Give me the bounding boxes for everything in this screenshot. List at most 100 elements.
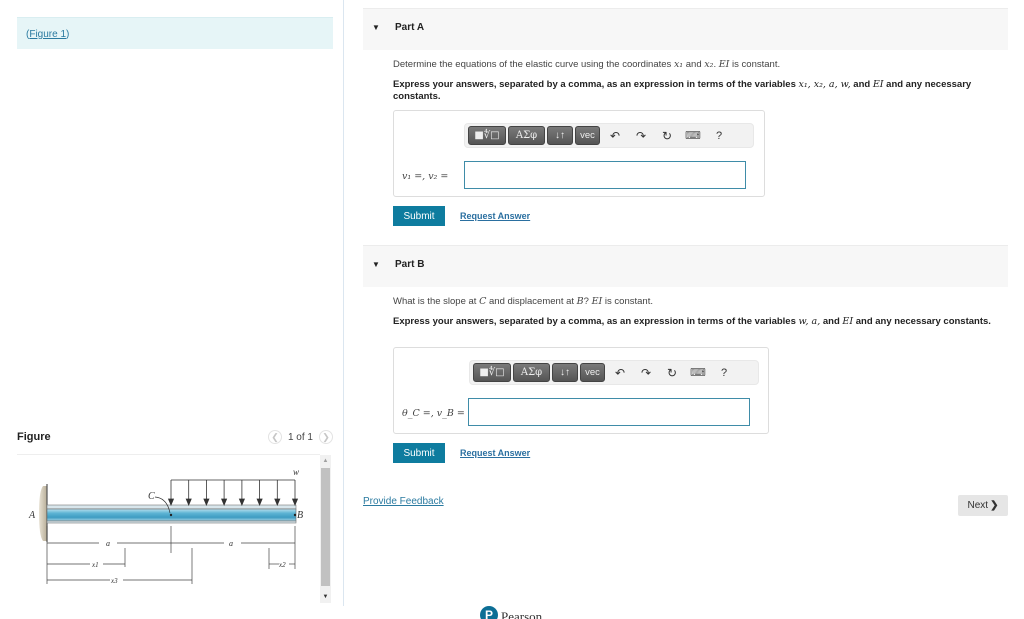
chevron-right-icon: ❯ <box>322 431 330 442</box>
part-a-header[interactable]: ▼ Part A <box>363 8 1008 50</box>
q-text-segment: is constant. <box>602 296 653 307</box>
math-ei: EI <box>842 316 854 327</box>
instr-segment: Express your answers, separated by a com… <box>393 316 799 327</box>
part-a-instructions: Express your answers, separated by a com… <box>393 79 1003 103</box>
label-x3: x3 <box>110 577 118 585</box>
beam-top-flange <box>46 504 297 510</box>
q-text-segment: is constant. <box>729 59 781 70</box>
beam-bottom-flange <box>46 520 297 524</box>
figure-pane: (Figure 1) Figure ❮ 1 of 1 ❯ w C A B a a… <box>0 0 343 619</box>
caret-down-icon: ▼ <box>372 260 380 269</box>
beam-figure: w C A B a a x1 x3 x2 <box>17 456 320 606</box>
figure-next-button[interactable]: ❯ <box>319 430 333 444</box>
chevron-right-icon: ❯ <box>990 500 999 511</box>
figure-divider <box>17 454 320 455</box>
vector-button[interactable]: vec <box>580 363 605 382</box>
math-ei: EI <box>591 296 603 307</box>
instr-segment: and <box>850 79 873 90</box>
arrows-button[interactable]: ↓↑ <box>552 363 578 382</box>
reset-icon[interactable]: ↻ <box>659 363 685 382</box>
help-icon[interactable]: ? <box>711 363 737 382</box>
pearson-logo: P Pearson <box>480 606 542 619</box>
label-a-dim-2: a <box>229 539 233 548</box>
pearson-wordmark: Pearson <box>501 609 543 619</box>
dimension-lines <box>46 526 296 584</box>
label-w: w <box>293 467 299 477</box>
q-text-segment: Determine the equations of the elastic c… <box>393 59 674 70</box>
scroll-down-arrow-icon[interactable]: ▼ <box>320 591 331 603</box>
beam-diagram: w C A B a a x1 x3 x2 <box>28 467 303 585</box>
vector-button[interactable]: vec <box>575 126 600 145</box>
redo-icon[interactable]: ↷ <box>633 363 659 382</box>
pearson-logo-icon: P <box>480 606 498 619</box>
math-vars: x₁, x₂, a, w, <box>798 79 851 90</box>
help-icon[interactable]: ? <box>706 126 732 145</box>
part-b-answer-box: ■∜□ ΑΣφ ↓↑ vec ↶ ↷ ↻ ⌨ ? θ_C =, v_B = <box>393 347 769 434</box>
scroll-thumb[interactable] <box>321 468 330 586</box>
q-text-segment: ? <box>583 296 592 307</box>
instr-segment: and <box>820 316 843 327</box>
part-a-request-answer-link[interactable]: Request Answer <box>460 211 530 221</box>
math-ei: EI <box>872 79 884 90</box>
figure-link-box: (Figure 1) <box>17 17 333 49</box>
next-button[interactable]: Next ❯ <box>958 495 1008 516</box>
templates-button[interactable]: ■∜□ <box>468 126 506 145</box>
part-b-submit-button[interactable]: Submit <box>393 443 445 463</box>
next-label: Next <box>967 500 989 511</box>
math-ei: EI <box>718 59 730 70</box>
figure-scrollbar[interactable]: ▲ ▼ <box>320 455 331 603</box>
part-b-question: What is the slope at C and displacement … <box>393 296 1003 308</box>
part-a-title: Part A <box>395 22 425 33</box>
keyboard-icon[interactable]: ⌨ <box>680 126 706 145</box>
instr-segment: and any necessary constants. <box>853 316 991 327</box>
keyboard-icon[interactable]: ⌨ <box>685 363 711 382</box>
part-b-request-answer-link[interactable]: Request Answer <box>460 448 530 458</box>
part-a-question: Determine the equations of the elastic c… <box>393 59 1003 71</box>
figure-header: Figure ❮ 1 of 1 ❯ <box>17 430 333 448</box>
part-a-answer-box: ■∜□ ΑΣφ ↓↑ vec ↶ ↷ ↻ ⌨ ? v₁ =, v₂ = <box>393 110 765 197</box>
undo-icon[interactable]: ↶ <box>602 126 628 145</box>
instr-segment: Express your answers, separated by a com… <box>393 79 799 90</box>
scroll-up-arrow-icon[interactable]: ▲ <box>320 455 331 467</box>
undo-icon[interactable]: ↶ <box>607 363 633 382</box>
arrows-button[interactable]: ↓↑ <box>547 126 573 145</box>
math-b: B <box>576 296 584 307</box>
caret-down-icon: ▼ <box>372 23 380 32</box>
part-a-answer-input[interactable] <box>464 161 746 189</box>
point-b <box>293 513 297 517</box>
math-vars: w, a, <box>798 316 821 327</box>
q-text-segment: and displacement at <box>486 296 577 307</box>
math-x1: x₁ <box>673 59 684 70</box>
label-a-support: A <box>28 510 36 521</box>
redo-icon[interactable]: ↷ <box>628 126 654 145</box>
part-a-submit-button[interactable]: Submit <box>393 206 445 226</box>
point-c <box>169 513 173 517</box>
part-a-answer-label: v₁ =, v₂ = <box>402 171 449 182</box>
chevron-left-icon: ❮ <box>271 431 279 442</box>
pane-divider <box>343 0 344 606</box>
label-x1: x1 <box>91 561 99 569</box>
part-b-title: Part B <box>395 259 425 270</box>
provide-feedback-link[interactable]: Provide Feedback <box>363 496 444 507</box>
label-b: B <box>297 510 303 521</box>
q-text-segment: What is the slope at <box>393 296 480 307</box>
figure-link[interactable]: Figure 1 <box>29 29 66 40</box>
templates-button[interactable]: ■∜□ <box>473 363 511 382</box>
close-paren: ) <box>66 29 70 40</box>
figure-link-wrapper: (Figure 1) <box>26 29 69 40</box>
part-b-answer-input[interactable] <box>468 398 750 426</box>
part-b-math-toolbar: ■∜□ ΑΣφ ↓↑ vec ↶ ↷ ↻ ⌨ ? <box>469 360 759 385</box>
reset-icon[interactable]: ↻ <box>654 126 680 145</box>
figure-pagination: ❮ 1 of 1 ❯ <box>267 430 333 444</box>
part-b-instructions: Express your answers, separated by a com… <box>393 316 1003 328</box>
q-text-segment: and <box>683 59 705 70</box>
fixed-support-wall <box>39 486 47 541</box>
greek-symbols-button[interactable]: ΑΣφ <box>513 363 550 382</box>
question-pane: ▼ Part A Determine the equations of the … <box>363 0 1008 619</box>
greek-symbols-button[interactable]: ΑΣφ <box>508 126 545 145</box>
figure-prev-button[interactable]: ❮ <box>267 430 282 444</box>
figure-count: 1 of 1 <box>287 431 313 443</box>
distributed-load-arrows <box>167 480 299 507</box>
part-b-header[interactable]: ▼ Part B <box>363 245 1008 287</box>
part-a-math-toolbar: ■∜□ ΑΣφ ↓↑ vec ↶ ↷ ↻ ⌨ ? <box>464 123 754 148</box>
